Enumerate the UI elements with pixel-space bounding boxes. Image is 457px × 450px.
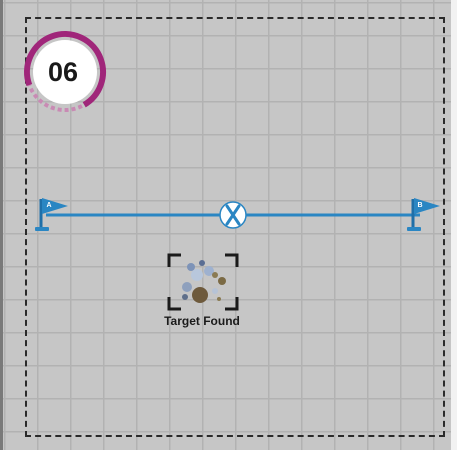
waypoint-a-label: A <box>46 202 52 209</box>
target-found-label: Target Found <box>164 314 240 328</box>
debris-target-icon[interactable] <box>167 251 239 313</box>
waypoint-b-label: B <box>417 202 423 209</box>
route-layer <box>35 198 440 231</box>
x-marker-icon[interactable] <box>219 201 247 229</box>
